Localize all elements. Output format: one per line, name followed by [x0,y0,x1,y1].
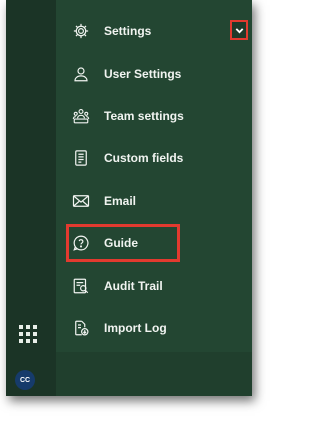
menu-item-label: Audit Trail [104,279,163,293]
menu-item-import-log[interactable]: Import Log [56,307,252,349]
menu-item-label: Import Log [104,321,167,335]
document-list-icon [72,149,90,167]
import-file-icon [72,319,90,337]
left-rail: CC [6,0,56,396]
menu-item-label: Team settings [104,109,184,123]
grid-apps-icon[interactable] [19,325,37,343]
menu-item-label: Guide [104,236,139,250]
menu-item-audit-trail[interactable]: Audit Trail [56,265,252,307]
menu-item-user-settings[interactable]: User Settings [56,53,252,95]
menu-item-guide[interactable]: Guide [56,222,252,264]
menu-item-email[interactable]: Email [56,180,252,222]
menu-item-custom-fields[interactable]: Custom fields [56,137,252,179]
navigation-frame: CC Settings User Settings Team settings … [6,0,252,396]
help-circle-icon [72,234,90,252]
chevron-down-icon[interactable] [230,20,248,40]
gear-icon [72,22,90,40]
panel-footer [56,352,252,396]
team-icon [72,107,90,125]
menu-item-label: Email [104,194,137,208]
menu-item-team-settings[interactable]: Team settings [56,95,252,137]
avatar[interactable]: CC [15,370,35,390]
envelope-icon [72,192,90,210]
audit-log-icon [72,277,90,295]
menu-item-settings[interactable]: Settings [56,10,252,52]
menu-item-label: User Settings [104,67,182,81]
menu-item-label: Settings [104,24,152,38]
menu-item-label: Custom fields [104,151,184,165]
user-icon [72,65,90,83]
